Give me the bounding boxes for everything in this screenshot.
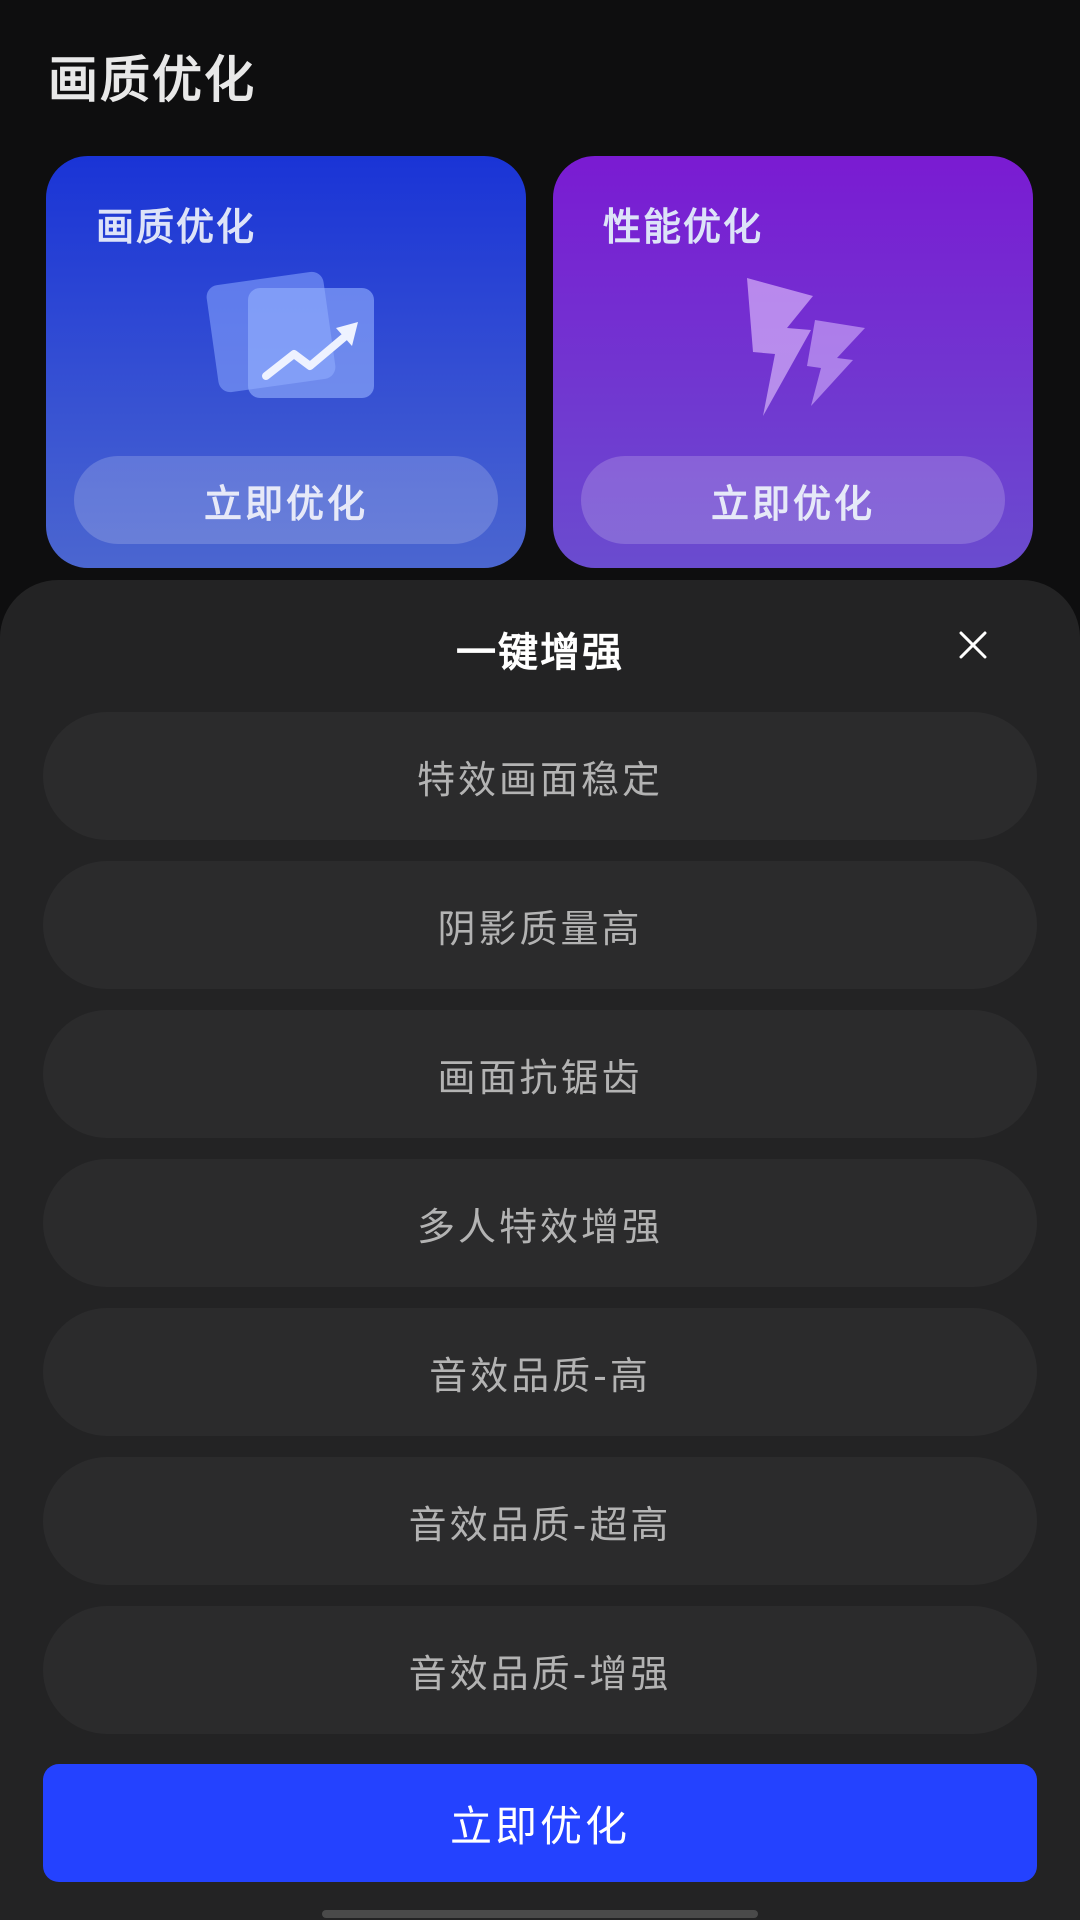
quality-optimize-card[interactable]: 画质优化 立即优化: [46, 156, 526, 568]
option-effect-stabilize[interactable]: 特效画面稳定: [43, 712, 1037, 840]
performance-optimize-card[interactable]: 性能优化 立即优化: [553, 156, 1033, 568]
option-multiplayer-effects[interactable]: 多人特效增强: [43, 1159, 1037, 1287]
card-title-quality: 画质优化: [96, 205, 257, 249]
card-title-performance: 性能优化: [603, 205, 764, 249]
option-audio-ultra[interactable]: 音效品质-超高: [43, 1457, 1037, 1585]
trend-up-photo-icon: [196, 266, 376, 416]
option-audio-high[interactable]: 音效品质-高: [43, 1308, 1037, 1436]
page-title: 画质优化: [48, 51, 256, 109]
option-audio-enhanced[interactable]: 音效品质-增强: [43, 1606, 1037, 1734]
quality-optimize-button[interactable]: 立即优化: [74, 456, 498, 544]
performance-optimize-button[interactable]: 立即优化: [581, 456, 1005, 544]
close-icon[interactable]: [950, 622, 996, 668]
one-click-enhance-sheet: 一键增强 特效画面稳定 阴影质量高 画面抗锯齿 多人特效增强 音效品质-高 音效…: [0, 580, 1080, 1920]
option-shadow-quality[interactable]: 阴影质量高: [43, 861, 1037, 989]
option-anti-aliasing[interactable]: 画面抗锯齿: [43, 1010, 1037, 1138]
optimize-now-button[interactable]: 立即优化: [43, 1764, 1037, 1882]
lightning-bolt-icon: [703, 266, 883, 416]
home-indicator[interactable]: [322, 1910, 758, 1918]
sheet-title: 一键增强: [456, 630, 624, 676]
screen: 画质优化 画质优化 立即优化 性能优化 立即优化 一键增强 特效画面稳定 阴影质…: [0, 0, 1080, 1920]
